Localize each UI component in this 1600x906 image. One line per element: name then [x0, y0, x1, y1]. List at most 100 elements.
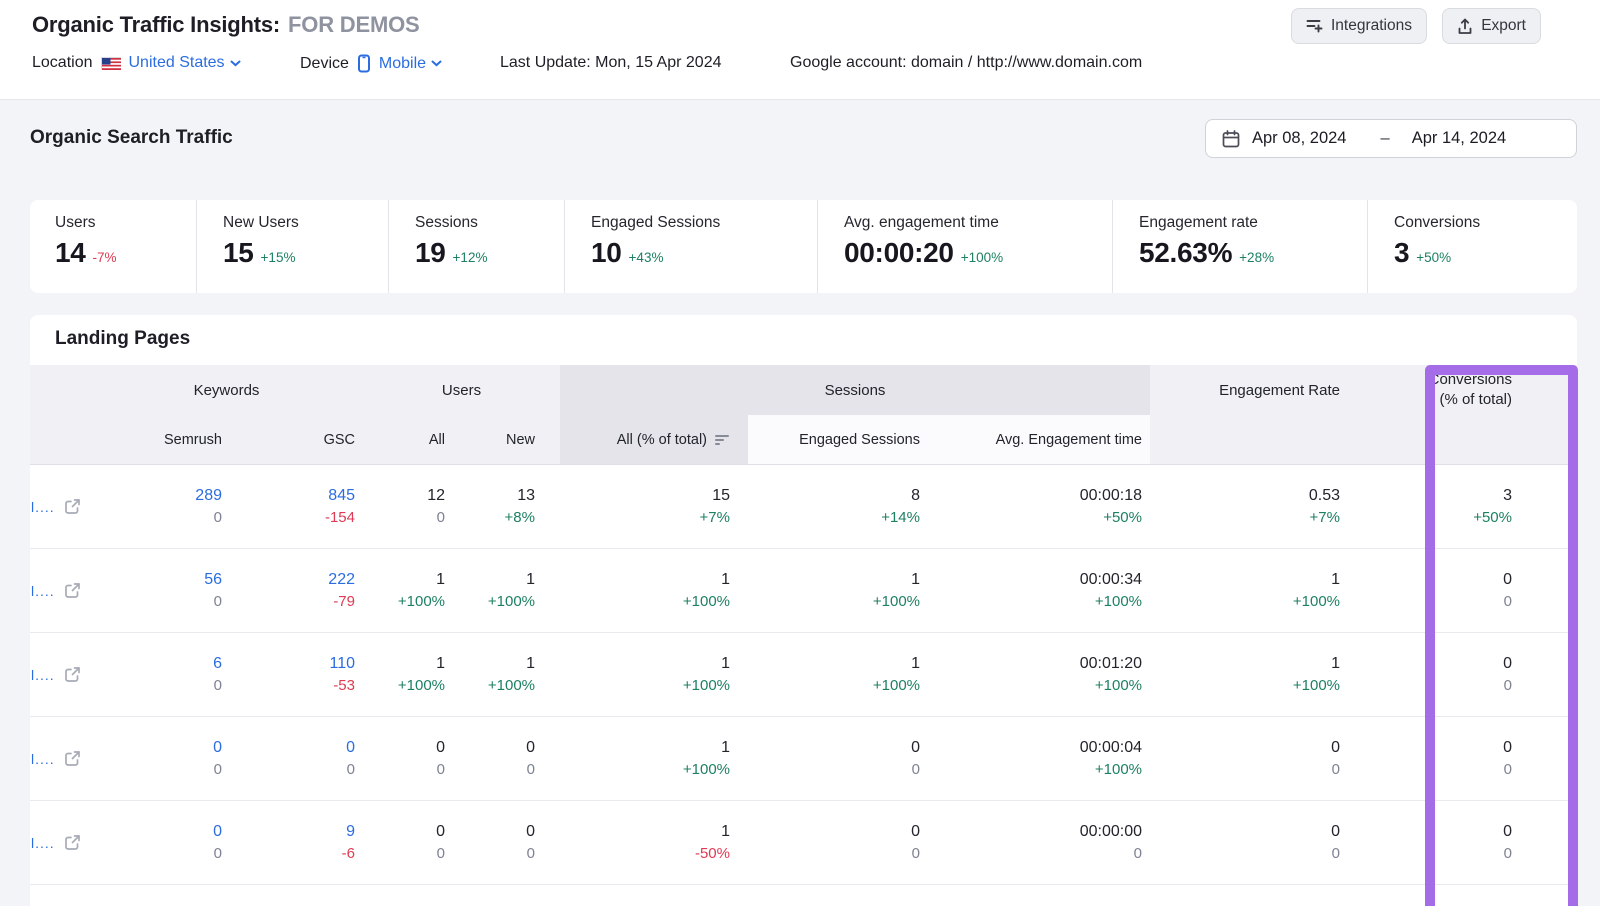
landing-page-link[interactable]: l.... [31, 499, 55, 515]
sessions-group-header[interactable]: Sessions [560, 365, 1150, 415]
metric-delta: -7% [93, 250, 117, 265]
avg-engagement-time-cell: 00:00:000 [928, 801, 1150, 884]
conversions-cell: 3+50% [1348, 465, 1577, 548]
last-update-text: Last Update: Mon, 15 Apr 2024 [500, 54, 721, 72]
gsc-keywords-cell: 9-6 [230, 801, 363, 884]
engaged-sessions-cell: 8+14% [748, 465, 928, 548]
table-row: l.... 560 222-79 1+100% 1+100% 1+100% 1+… [30, 549, 1577, 633]
us-flag-icon [101, 57, 121, 70]
external-link-icon[interactable] [64, 498, 81, 515]
engaged-sessions-cell: 1+100% [748, 549, 928, 632]
users-new-column-header[interactable]: New [453, 415, 560, 464]
landing-page-link[interactable]: l.... [31, 751, 55, 767]
device-label: Device [300, 55, 349, 73]
calendar-icon [1222, 130, 1240, 148]
gsc-keywords-cell: 222-79 [230, 549, 363, 632]
url-column-header [30, 365, 90, 415]
integrations-icon [1306, 18, 1323, 34]
date-to: Apr 14, 2024 [1412, 129, 1507, 148]
metric-card: Sessions 19 +12% [388, 200, 564, 293]
external-link-icon[interactable] [64, 750, 81, 767]
sessions-all-cell: 1+100% [560, 717, 748, 800]
users-all-cell: 1+100% [363, 549, 453, 632]
metric-delta: +43% [629, 250, 664, 265]
users-all-cell: 1+100% [363, 633, 453, 716]
gsc-keywords-cell: 00 [230, 717, 363, 800]
users-all-cell: 120 [363, 465, 453, 548]
conversions-cell: 00 [1348, 549, 1577, 632]
external-link-icon[interactable] [64, 582, 81, 599]
avg-engagement-time-cell: 00:00:34+100% [928, 549, 1150, 632]
conversions-subheader [1348, 415, 1577, 464]
report-meta-row: Location United States [0, 54, 1600, 80]
metric-value: 00:00:20 [844, 237, 954, 269]
semrush-keywords-cell: 60 [90, 633, 230, 716]
metric-delta: +28% [1239, 250, 1274, 265]
external-link-icon[interactable] [64, 666, 81, 683]
export-icon [1457, 18, 1473, 35]
metric-card: Avg. engagement time 00:00:20 +100% [817, 200, 1112, 293]
landing-page-link[interactable]: l.... [31, 835, 55, 851]
users-new-cell: 13+8% [453, 465, 560, 548]
sessions-all-cell: 1+100% [560, 633, 748, 716]
users-new-cell: 1+100% [453, 549, 560, 632]
metric-card: Engagement rate 52.63% +28% [1112, 200, 1367, 293]
engagement-rate-subheader [1150, 415, 1348, 464]
metric-value: 52.63% [1139, 237, 1232, 269]
location-selector[interactable]: Location United States [32, 54, 241, 72]
avg-engagement-time-cell: 00:01:20+100% [928, 633, 1150, 716]
landing-page-link[interactable]: l.... [31, 667, 55, 683]
users-all-column-header[interactable]: All [363, 415, 453, 464]
engagement-rate-cell: 00 [1150, 717, 1348, 800]
sort-descending-icon[interactable] [715, 434, 730, 446]
section-title: Organic Search Traffic [30, 127, 233, 149]
engaged-sessions-cell: 00 [748, 801, 928, 884]
export-button[interactable]: Export [1442, 8, 1541, 44]
conversions-cell: 00 [1348, 633, 1577, 716]
metric-card: Users 14 -7% [30, 200, 196, 293]
landing-page-cell: l.... [30, 465, 90, 548]
landing-page-link[interactable]: l.... [31, 583, 55, 599]
table-row: l.... 00 9-6 00 00 1-50% 00 00:00:000 00… [30, 801, 1577, 885]
metric-label: Sessions [415, 214, 564, 232]
chevron-down-icon [431, 60, 442, 67]
integrations-button[interactable]: Integrations [1291, 8, 1427, 44]
sessions-all-cell: 1+100% [560, 549, 748, 632]
metric-card: Engaged Sessions 10 +43% [564, 200, 817, 293]
project-name: FOR DEMOS [288, 12, 419, 37]
engaged-sessions-cell: 1+100% [748, 633, 928, 716]
metric-value: 14 [55, 237, 86, 269]
page-title: Organic Traffic Insights:FOR DEMOS [32, 12, 419, 38]
semrush-keywords-cell: 2890 [90, 465, 230, 548]
metric-delta: +100% [961, 250, 1003, 265]
semrush-keywords-cell: 00 [90, 717, 230, 800]
avg-engagement-time-column-header[interactable]: Avg. Engagement time [928, 415, 1150, 464]
engagement-rate-column-header[interactable]: Engagement Rate [1150, 365, 1348, 415]
table-row: l.... 2890 845-154 120 13+8% 15+7% 8+14%… [30, 465, 1577, 549]
users-group-header[interactable]: Users [363, 365, 560, 415]
keywords-group-header[interactable]: Keywords [90, 365, 363, 415]
gsc-column-header[interactable]: GSC [230, 415, 363, 464]
chevron-down-icon [230, 60, 241, 67]
gsc-keywords-cell: 110-53 [230, 633, 363, 716]
landing-page-cell: l.... [30, 549, 90, 632]
avg-engagement-time-cell: 00:00:04+100% [928, 717, 1150, 800]
metric-label: Engaged Sessions [591, 214, 817, 232]
users-new-cell: 1+100% [453, 633, 560, 716]
metric-value: 15 [223, 237, 254, 269]
semrush-keywords-cell: 00 [90, 801, 230, 884]
metric-card: Conversions 3 +50% [1367, 200, 1480, 293]
external-link-icon[interactable] [64, 834, 81, 851]
metric-delta: +12% [453, 250, 488, 265]
engaged-sessions-column-header[interactable]: Engaged Sessions [748, 415, 928, 464]
conversions-column-header[interactable]: Conversions (% of total) [1348, 365, 1577, 415]
conversions-cell: 00 [1348, 717, 1577, 800]
device-selector[interactable]: Device Mobile [300, 54, 442, 73]
users-all-cell: 00 [363, 801, 453, 884]
semrush-column-header[interactable]: Semrush [90, 415, 230, 464]
engagement-rate-cell: 1+100% [1150, 549, 1348, 632]
location-value: United States [129, 54, 225, 72]
sessions-all-column-header[interactable]: All (% of total) [560, 415, 748, 464]
avg-engagement-time-cell: 00:00:18+50% [928, 465, 1150, 548]
date-range-picker[interactable]: Apr 08, 2024 – Apr 14, 2024 [1205, 119, 1577, 158]
